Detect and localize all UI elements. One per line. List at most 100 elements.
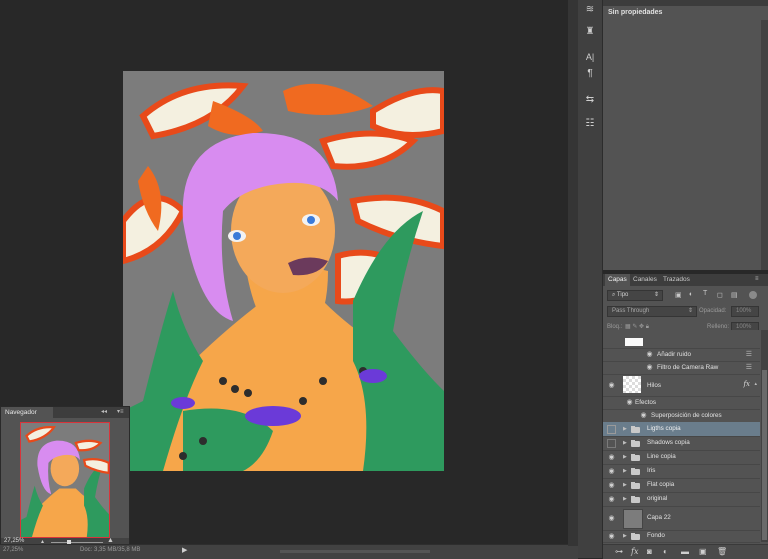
chevron-down-icon: ⇕ — [687, 308, 693, 314]
blend-mode-select[interactable]: Pass Through ⇕ — [607, 306, 697, 317]
expand-arrow-icon[interactable]: ▶ — [623, 454, 627, 460]
filter-options-icon[interactable]: ☰ — [746, 350, 752, 358]
filter-row[interactable]: ◉ Filtro de Camera Raw ☰ — [603, 361, 760, 375]
filter-toggle[interactable] — [749, 291, 757, 299]
eye-icon[interactable]: ◉ — [625, 398, 634, 406]
opacity-value: 100% — [736, 308, 752, 314]
eye-icon[interactable]: ◉ — [645, 350, 654, 358]
navigator-panel: Navegador ◂◂ ▾≡ 27,25% ▴ ▲ — [0, 406, 130, 547]
layers-footer: ⊶ fx ◙ ◐ ▬ ▣ 🗑︎ — [603, 544, 768, 559]
mask-icon[interactable]: ◙ — [647, 547, 652, 556]
layer-filter-select[interactable]: ⌕ Tipo ⇕ — [607, 290, 663, 301]
effects-label: Efectos — [635, 399, 656, 406]
filter-adjustment-icon[interactable]: ◐ — [689, 291, 693, 298]
layer-row[interactable]: ◉ Hilos fx ▴ — [603, 374, 760, 397]
brush-preset-icon[interactable]: ♜ — [582, 24, 598, 38]
layer-row[interactable]: ◉ ▶ Iris — [603, 464, 760, 479]
trash-icon[interactable]: 🗑︎ — [717, 547, 727, 556]
layer-row[interactable]: ◉ ▶ Flat copia — [603, 478, 760, 493]
horizontal-scrollbar[interactable] — [280, 550, 430, 553]
layer-row[interactable]: ◉ ▶ Fondo — [603, 530, 760, 543]
tab-capas[interactable]: Capas — [605, 274, 630, 286]
filter-shape-icon[interactable]: ◻ — [717, 291, 723, 299]
fx-icon[interactable]: fx — [743, 380, 750, 388]
expand-arrow-icon[interactable]: ▶ — [623, 440, 627, 446]
eye-icon[interactable]: ◉ — [607, 467, 616, 475]
status-zoom[interactable]: 27,25% — [3, 547, 23, 553]
layer-name: Line copia — [647, 453, 676, 460]
collapse-icon[interactable]: ◂◂ — [101, 408, 107, 415]
folder-icon — [631, 439, 640, 447]
properties-panel: Sin propiedades — [603, 0, 768, 270]
properties-tabbar — [603, 0, 768, 6]
panel-menu-icon[interactable]: ≡ — [755, 276, 759, 282]
character-icon[interactable]: A| — [582, 50, 598, 64]
history-icon[interactable]: ≋ — [582, 2, 598, 16]
zoom-slider-track[interactable] — [51, 542, 103, 543]
navigator-thumbnail[interactable] — [20, 422, 110, 538]
expand-arrow-icon[interactable]: ▶ — [623, 533, 627, 539]
layer-row[interactable]: ▶ Shadows copia — [603, 436, 760, 451]
layer-row[interactable] — [603, 330, 760, 349]
eye-icon[interactable]: ◉ — [639, 411, 648, 419]
zoom-in-icon[interactable]: ▲ — [107, 537, 114, 544]
panel-divider — [568, 0, 578, 546]
adjustments-icon[interactable]: ☷ — [582, 116, 598, 130]
layer-name: Iris — [647, 467, 656, 474]
layer-name: original — [647, 495, 668, 502]
layers-tabbar: Capas Canales Trazados ≡ — [603, 274, 768, 286]
expand-arrow-icon[interactable]: ▶ — [623, 468, 627, 474]
properties-scrollbar[interactable] — [761, 20, 768, 270]
filter-image-icon[interactable]: ▣ — [675, 291, 682, 299]
filter-options-icon[interactable]: ☰ — [746, 363, 752, 371]
filter-row[interactable]: ◉ Añadir ruido ☰ — [603, 348, 760, 362]
effect-row[interactable]: ◉ Superposición de colores — [603, 409, 760, 423]
chevron-up-icon[interactable]: ▴ — [754, 381, 757, 387]
new-layer-icon[interactable]: ▣ — [699, 547, 707, 556]
expand-arrow-icon[interactable]: ▶ — [623, 426, 627, 432]
paragraph-icon[interactable]: ¶ — [582, 66, 598, 80]
visibility-box[interactable] — [607, 439, 616, 448]
artwork-canvas[interactable] — [123, 71, 444, 471]
eye-icon[interactable]: ◉ — [607, 481, 616, 489]
status-arrow-icon[interactable]: ▶ — [182, 546, 187, 554]
layer-thumbnail — [625, 338, 643, 346]
filter-smart-icon[interactable]: ▤ — [731, 291, 738, 299]
layer-thumbnail — [623, 509, 643, 529]
eye-icon[interactable]: ◉ — [607, 514, 616, 522]
eye-icon[interactable]: ◉ — [607, 495, 616, 503]
clone-source-icon[interactable]: ⇆ — [582, 92, 598, 106]
layer-name: Capa 22 — [647, 514, 671, 521]
opacity-input[interactable]: 100% — [731, 306, 759, 317]
expand-arrow-icon[interactable]: ▶ — [623, 482, 627, 488]
filter-type-icon[interactable]: T — [703, 290, 707, 297]
visibility-box[interactable] — [607, 425, 616, 434]
tab-trazados[interactable]: Trazados — [660, 274, 693, 286]
layer-row[interactable]: ◉ Capa 22 — [603, 506, 760, 531]
eye-icon[interactable]: ◉ — [607, 453, 616, 461]
tab-canales[interactable]: Canales — [630, 274, 660, 286]
folder-icon — [631, 425, 640, 433]
navigator-tab[interactable]: Navegador — [1, 407, 53, 418]
layer-name: Flat copia — [647, 481, 675, 488]
fx-icon[interactable]: fx — [631, 547, 638, 556]
layer-row-selected[interactable]: ▶ Ligths copia — [603, 422, 760, 437]
eye-icon[interactable]: ◉ — [607, 381, 616, 389]
link-icon[interactable]: ⊶ — [615, 547, 623, 556]
adjustment-layer-icon[interactable]: ◐ — [663, 547, 668, 556]
new-group-icon[interactable]: ▬ — [681, 547, 689, 556]
expand-arrow-icon[interactable]: ▶ — [623, 496, 627, 502]
effects-row[interactable]: ◉ Efectos — [603, 396, 760, 410]
layers-panel: Capas Canales Trazados ≡ ⌕ Tipo ⇕ ▣ ◐ T ◻… — [603, 274, 768, 559]
layer-thumbnail — [623, 376, 641, 393]
layer-row[interactable]: ◉ ▶ Line copia — [603, 450, 760, 465]
layer-row[interactable]: ◉ ▶ original — [603, 492, 760, 507]
filter-name: Añadir ruido — [657, 351, 691, 358]
layers-scrollbar[interactable] — [761, 330, 768, 542]
eye-icon[interactable]: ◉ — [645, 363, 654, 371]
panel-menu-icon[interactable]: ▾≡ — [117, 408, 124, 415]
scrollbar-thumb[interactable] — [762, 370, 767, 540]
chevron-down-icon: ⇕ — [653, 292, 659, 298]
eye-icon[interactable]: ◉ — [607, 532, 616, 540]
folder-icon — [631, 495, 640, 503]
